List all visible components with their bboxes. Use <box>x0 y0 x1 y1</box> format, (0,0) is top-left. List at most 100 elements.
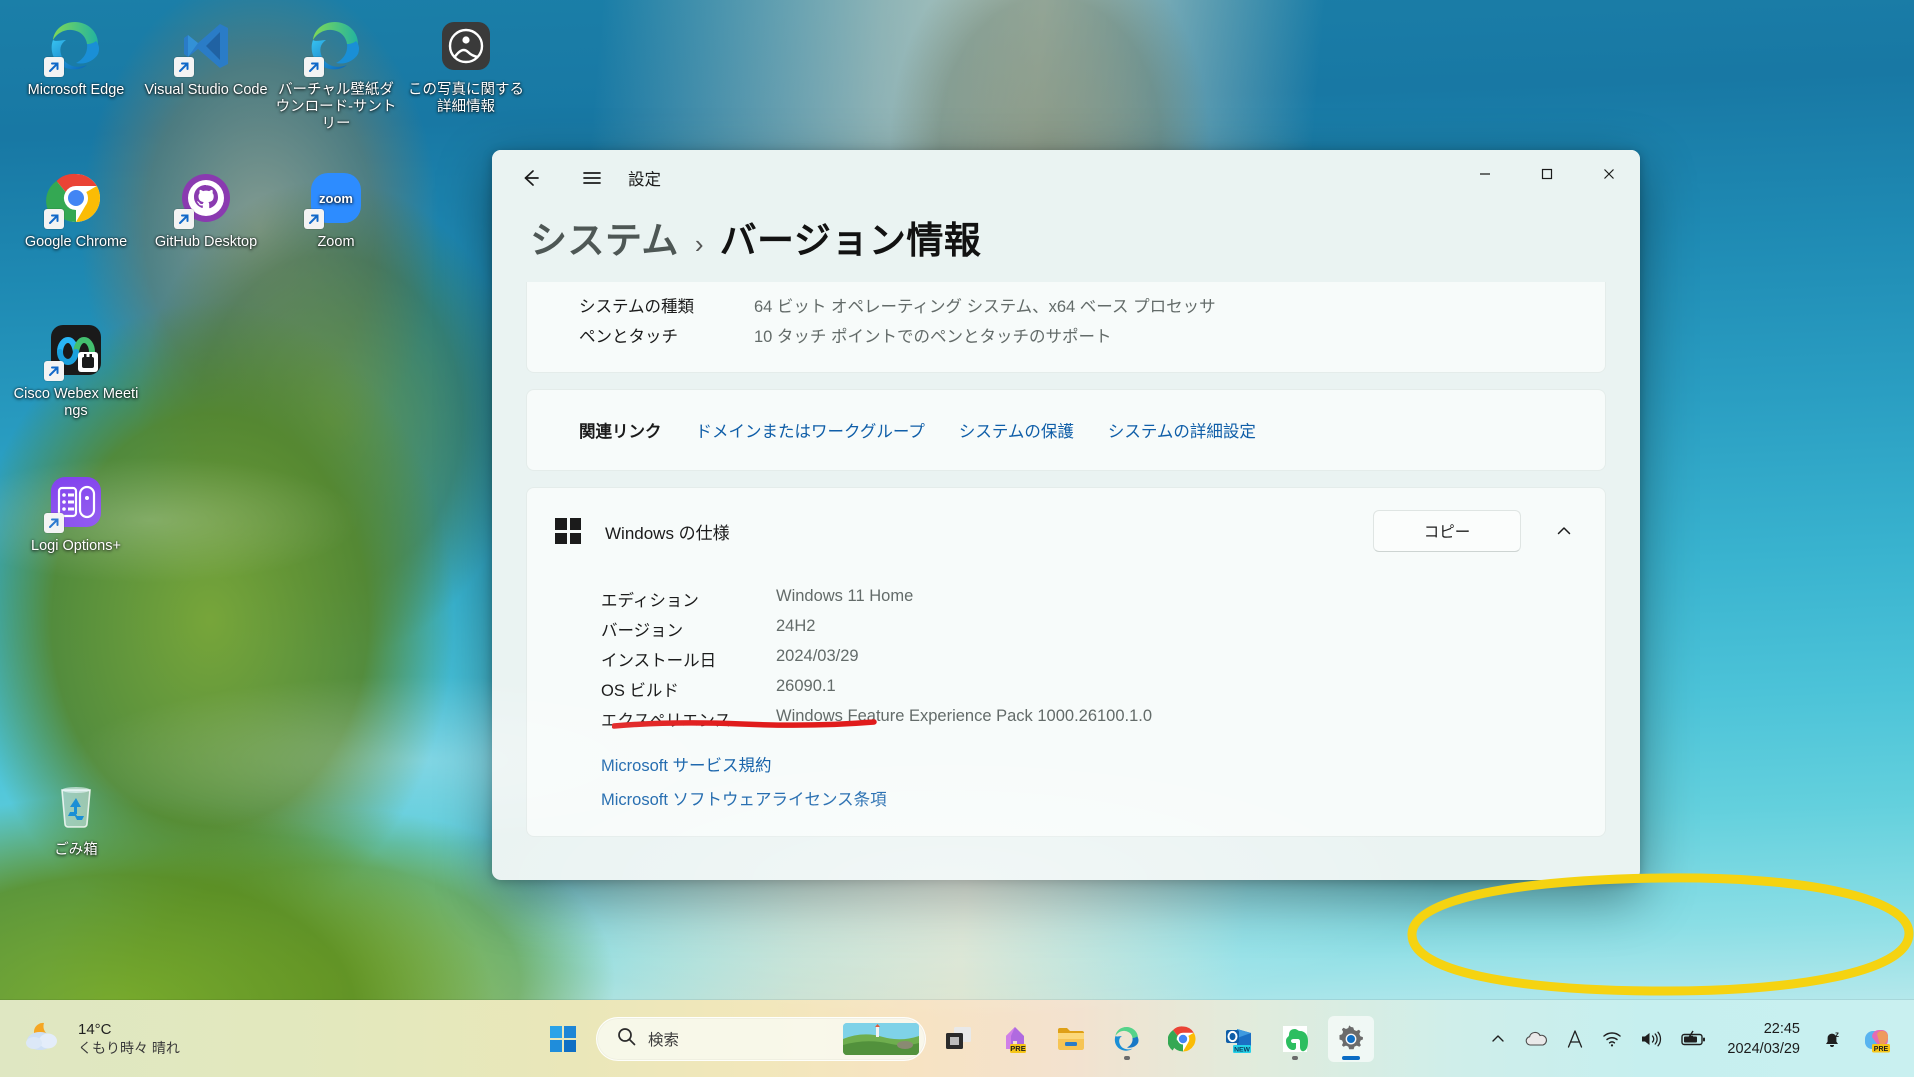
table-row: エクスペリエンス Windows Feature Experience Pack… <box>601 704 1605 734</box>
spec-key: エクスペリエンス <box>601 712 732 730</box>
desktop-icon-microsoft-edge[interactable]: Microsoft Edge <box>12 16 140 99</box>
desktop-icon-label: バーチャル壁紙ダウンロード-サントリー <box>275 82 397 132</box>
spec-key: システムの種類 <box>579 298 695 316</box>
desktop-icon-google-chrome[interactable]: Google Chrome <box>12 168 140 251</box>
related-links-label: 関連リンク <box>579 423 662 441</box>
link-microsoft-software-license-terms[interactable]: Microsoft ソフトウェアライセンス条項 <box>601 786 1605 810</box>
window-titlebar[interactable]: 設定 <box>492 150 1640 206</box>
desktop-icon-label: Cisco Webex Meetings <box>13 386 139 419</box>
windows-specifications-detail: エディション Windows 11 Home バージョン 24H2 インストール… <box>527 574 1605 836</box>
desktop-icon-visual-studio-code[interactable]: Visual Studio Code <box>142 16 270 99</box>
github-icon <box>174 168 236 229</box>
chrome-icon <box>44 168 106 229</box>
clock-date[interactable]: 22:45 2024/03/29 <box>1717 1019 1810 1059</box>
chevron-up-icon[interactable] <box>1545 512 1583 550</box>
annotation-yellow-ellipse <box>1405 872 1914 997</box>
desktop-icon-cisco-webex-meetings[interactable]: Cisco Webex Meetings <box>12 320 140 420</box>
annotation-red-underline <box>611 718 877 730</box>
taskbar-weather-widget[interactable]: 14°C くもり時々 晴れ <box>0 1019 330 1058</box>
partly-cloudy-night-icon <box>22 1019 64 1058</box>
desktop-icon-photo-info[interactable]: この写真に関する詳細情報 <box>402 16 530 116</box>
ime-a-icon[interactable] <box>1559 1016 1591 1062</box>
link-domain-or-workgroup[interactable]: ドメインまたはワークグループ <box>696 418 925 442</box>
desktop-wallpaper[interactable]: Microsoft Edge Visual Studio Code バーチャル壁… <box>0 0 1914 1077</box>
search-icon <box>617 1027 636 1051</box>
taskbar-microsoft-365[interactable]: PRE <box>992 1016 1038 1062</box>
maximize-button[interactable] <box>1516 150 1578 198</box>
desktop-icon-label: Visual Studio Code <box>144 82 268 98</box>
shortcut-arrow-icon <box>304 209 324 229</box>
battery-charging-icon[interactable] <box>1673 1016 1713 1062</box>
table-row: エディション Windows 11 Home <box>601 584 1605 614</box>
shortcut-arrow-icon <box>44 361 64 381</box>
taskbar-google-chrome[interactable] <box>1160 1016 1206 1062</box>
search-placeholder: 検索 <box>648 1031 680 1049</box>
svg-text:PRE: PRE <box>1010 1044 1025 1053</box>
spec-value: 10 タッチ ポイントでのペンとタッチのサポート <box>754 328 1112 346</box>
clock-date-text: 2024/03/29 <box>1727 1040 1800 1057</box>
spec-value: Windows 11 Home <box>776 587 914 605</box>
logi-options-icon <box>44 472 106 533</box>
link-microsoft-services-agreement[interactable]: Microsoft サービス規約 <box>601 752 1605 776</box>
close-button[interactable] <box>1578 150 1640 198</box>
windows-specifications-title: Windows の仕様 <box>605 523 730 543</box>
copy-button[interactable]: コピー <box>1373 510 1521 552</box>
settings-content[interactable]: システムの種類 64 ビット オペレーティング システム、x64 ベース プロセ… <box>492 282 1640 880</box>
zoom-icon: zoom <box>304 168 366 229</box>
taskbar-evernote[interactable] <box>1272 1016 1318 1062</box>
svg-text:NEW: NEW <box>1234 1046 1250 1053</box>
taskbar-task-view[interactable] <box>936 1016 982 1062</box>
spec-value: 2024/03/29 <box>776 647 859 665</box>
search-input[interactable]: 検索 <box>596 1016 926 1061</box>
spec-value: Windows Feature Experience Pack 1000.261… <box>776 707 1153 725</box>
taskbar-settings[interactable] <box>1328 1015 1374 1062</box>
shortcut-arrow-icon <box>44 209 64 229</box>
minimize-button[interactable] <box>1454 150 1516 198</box>
window-title: 設定 <box>628 171 661 189</box>
spec-key: ペンとタッチ <box>579 328 678 346</box>
desktop-icon-virtual-wallpaper[interactable]: バーチャル壁紙ダウンロード-サントリー <box>272 16 400 133</box>
edge-icon <box>44 16 106 77</box>
taskbar[interactable]: 14°C くもり時々 晴れ 検索 PRE NEW 22:45 2024/03/2… <box>0 1000 1914 1077</box>
shortcut-arrow-icon <box>304 57 324 77</box>
window-controls <box>1454 150 1640 206</box>
copilot-icon[interactable]: PRE <box>1854 1016 1898 1062</box>
taskbar-file-explorer[interactable] <box>1048 1016 1094 1062</box>
speaker-icon[interactable] <box>1633 1016 1669 1062</box>
spec-value: 26090.1 <box>776 677 836 695</box>
show-hidden-icons-button[interactable] <box>1483 1016 1513 1062</box>
start-button[interactable] <box>540 1016 586 1062</box>
desktop-icon-label: GitHub Desktop <box>154 234 258 250</box>
desktop-icon-label: Zoom <box>317 234 355 250</box>
svg-text:zoom: zoom <box>319 191 353 206</box>
related-links-card: 関連リンク ドメインまたはワークグループ システムの保護 システムの詳細設定 <box>526 389 1606 471</box>
microsoft-links: Microsoft サービス規約 Microsoft ソフトウェアライセンス条項 <box>601 752 1605 810</box>
back-button[interactable] <box>510 158 550 198</box>
do-not-disturb-icon[interactable]: z <box>1814 1016 1850 1062</box>
spec-value: 64 ビット オペレーティング システム、x64 ベース プロセッサ <box>754 298 1216 316</box>
taskbar-microsoft-edge[interactable] <box>1104 1016 1150 1062</box>
breadcrumb-current: バージョン情報 <box>719 220 982 261</box>
desktop-icon-github-desktop[interactable]: GitHub Desktop <box>142 168 270 251</box>
desktop-icon-label: ごみ箱 <box>54 842 98 858</box>
desktop-icon-logi-options-plus[interactable]: Logi Options+ <box>12 472 140 555</box>
clock-time: 22:45 <box>1763 1020 1800 1037</box>
windows-logo-icon <box>555 518 581 544</box>
desktop-icon-zoom[interactable]: zoom Zoom <box>272 168 400 251</box>
edge-icon <box>304 16 366 77</box>
table-row: バージョン 24H2 <box>601 614 1605 644</box>
hamburger-menu-button[interactable] <box>572 158 612 198</box>
wifi-icon[interactable] <box>1595 1016 1629 1062</box>
settings-window[interactable]: 設定 システム › バージョン情報 システムの種類 64 ビット オペレーティン… <box>492 150 1640 880</box>
onedrive-cloud-icon[interactable] <box>1517 1016 1555 1062</box>
windows-specifications-card: Windows の仕様 コピー エディション Windows 11 Home バ… <box>526 487 1606 837</box>
link-system-protection[interactable]: システムの保護 <box>959 418 1074 442</box>
spec-key: インストール日 <box>601 652 717 670</box>
taskbar-outlook-new[interactable]: NEW <box>1216 1016 1262 1062</box>
svg-text:z: z <box>1835 1030 1839 1039</box>
shortcut-arrow-icon <box>174 209 194 229</box>
link-advanced-system-settings[interactable]: システムの詳細設定 <box>1108 418 1256 442</box>
desktop-icon-recycle-bin[interactable]: ごみ箱 <box>12 776 140 859</box>
svg-text:PRE: PRE <box>1874 1046 1889 1053</box>
breadcrumb-parent[interactable]: システム <box>530 210 679 264</box>
